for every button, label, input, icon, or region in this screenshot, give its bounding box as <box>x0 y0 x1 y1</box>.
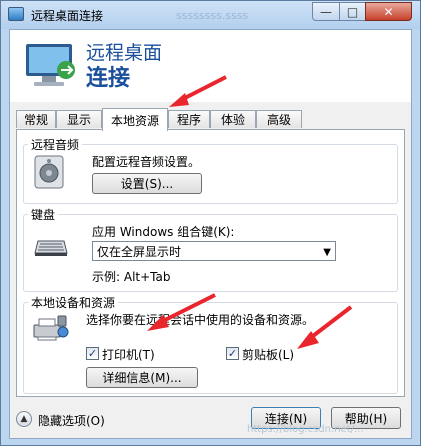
annotation-arrow-printer <box>147 293 216 331</box>
keyboard-icon <box>34 240 68 256</box>
ghost-title-text: ssssssss.ssss <box>176 9 249 22</box>
keyboard-group: 键盘 应用 Windows 组合键(K): 仅在全屏显示时 ▼ 示例: Alt+… <box>23 206 398 292</box>
devices-icon <box>33 315 69 341</box>
window-title: 远程桌面连接 <box>31 9 104 23</box>
local-resources-panel: 远程音频 配置远程音频设置。 设置(S)... 键盘 应用 Windows 组合… <box>16 129 405 397</box>
dropdown-arrow-icon: ▼ <box>323 247 331 258</box>
annotation-arrow-tab <box>169 75 227 107</box>
rdp-window: 远程桌面连接 ssssssss.ssss — □ ✕ 远程桌面 连接 常规 显示… <box>0 0 421 446</box>
close-button[interactable]: ✕ <box>365 2 412 21</box>
tab-experience[interactable]: 体验 <box>210 110 256 128</box>
details-button[interactable]: 详细信息(M)... <box>86 367 198 388</box>
tab-advanced[interactable]: 高级 <box>256 110 302 128</box>
windows-keys-selected-value: 仅在全屏显示时 <box>97 244 182 259</box>
audio-group: 远程音频 配置远程音频设置。 设置(S)... <box>23 136 398 204</box>
hide-options-label[interactable]: 隐藏选项(O) <box>38 412 105 429</box>
audio-legend: 远程音频 <box>28 136 83 153</box>
close-icon: ✕ <box>383 4 394 19</box>
devices-legend: 本地设备和资源 <box>28 294 119 311</box>
remote-desktop-icon <box>8 7 24 21</box>
clipboard-label[interactable]: 剪贴板(L) <box>242 346 294 363</box>
minimize-button[interactable]: — <box>312 2 340 21</box>
apply-windows-keys-label: 应用 Windows 组合键(K): <box>92 225 235 239</box>
keyboard-legend: 键盘 <box>28 206 59 223</box>
remote-monitor-icon <box>26 44 75 86</box>
annotation-arrow-clipboard <box>297 305 353 349</box>
windows-keys-dropdown[interactable]: 仅在全屏显示时 ▼ <box>92 241 336 261</box>
maximize-icon: □ <box>346 4 359 19</box>
audio-settings-button[interactable]: 设置(S)... <box>92 173 202 194</box>
speaker-icon <box>34 155 64 189</box>
clipboard-checkbox[interactable]: ✓ <box>226 347 239 360</box>
tab-general[interactable]: 常规 <box>16 110 56 128</box>
tab-programs[interactable]: 程序 <box>168 110 210 128</box>
banner-title-line2: 连接 <box>86 66 131 91</box>
keyboard-example: 示例: Alt+Tab <box>92 270 171 284</box>
title-bar[interactable]: 远程桌面连接 ssssssss.ssss — □ ✕ <box>1 1 420 29</box>
tab-local-resources[interactable]: 本地资源 <box>102 108 168 131</box>
minimize-icon: — <box>320 4 332 19</box>
hide-options-toggle[interactable]: ▲ <box>16 411 32 427</box>
printer-checkbox[interactable]: ✓ <box>86 347 99 360</box>
watermark-text: https://blog.csdn.net/... <box>247 424 364 435</box>
maximize-button[interactable]: □ <box>339 2 366 21</box>
tab-display[interactable]: 显示 <box>56 110 102 128</box>
audio-description: 配置远程音频设置。 <box>92 155 201 169</box>
printer-label[interactable]: 打印机(T) <box>102 346 155 363</box>
chevron-up-icon: ▲ <box>20 414 28 424</box>
